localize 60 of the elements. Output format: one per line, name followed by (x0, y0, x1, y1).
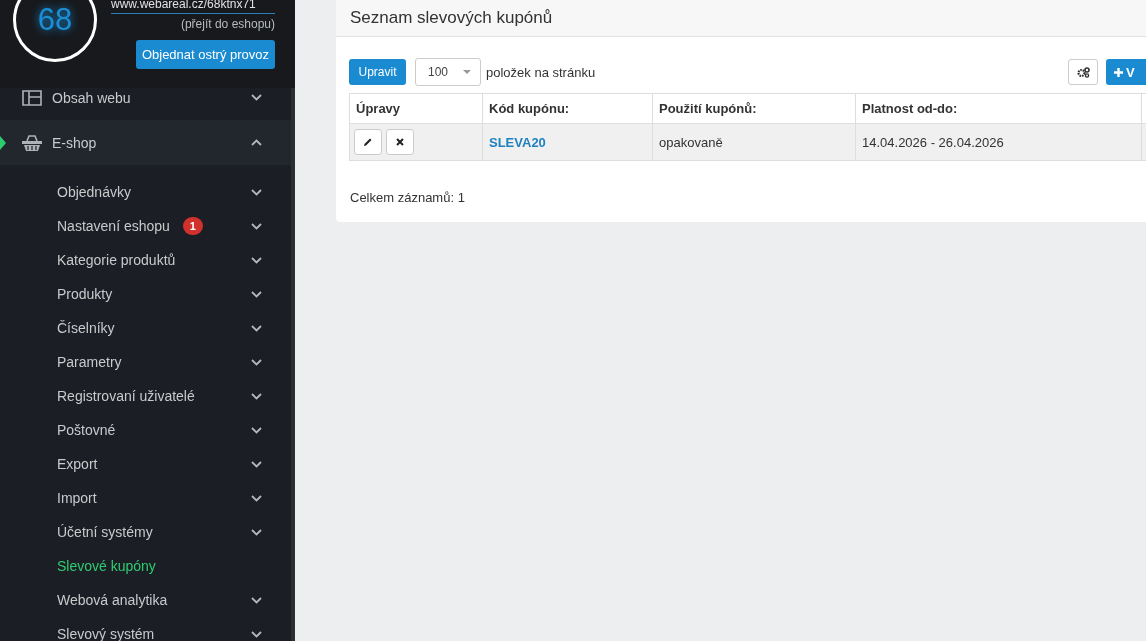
column-header: Použití kupónů: (652, 93, 856, 124)
page-size-label: položek na stránku (486, 64, 596, 80)
chevron-down-icon (251, 494, 262, 502)
chevron-down-icon (251, 290, 262, 298)
page-size-select[interactable]: 100 (415, 58, 481, 86)
layout-icon (22, 89, 42, 106)
caret-icon (463, 70, 471, 74)
page-title: Seznam slevových kupónů (350, 8, 553, 28)
score-badge: 68 (13, 0, 97, 62)
submenu-item[interactable]: Objednávky (0, 175, 291, 209)
basket-icon (21, 133, 43, 152)
menu-item[interactable]: Obsah webu (0, 88, 291, 120)
submenu-item[interactable]: Import (0, 481, 291, 515)
shop-link[interactable]: (přejít do eshopu) (180, 17, 275, 31)
column-header: Platnost od-do: (855, 93, 1142, 124)
shop-url: www.webareal.cz/68ktnx71 (111, 0, 275, 14)
edit-button[interactable]: Upravit (349, 59, 406, 85)
notification-badge: 1 (182, 217, 203, 235)
table-cell: 14.04.2026 - 26.04.2026 (855, 123, 1142, 161)
close-icon (396, 138, 404, 146)
add-button[interactable]: V (1106, 59, 1146, 85)
chevron-down-icon (251, 324, 262, 332)
submenu-item[interactable]: Export (0, 447, 291, 481)
table-cell: opakovaně (652, 123, 856, 161)
chevron-down-icon (251, 256, 262, 264)
submenu-item[interactable]: Slevové kupóny (0, 549, 291, 583)
submenu-item[interactable]: Registrovaní uživatelé (0, 379, 291, 413)
chevron-down-icon (251, 596, 262, 604)
submenu-item[interactable]: Kategorie produktů (0, 243, 291, 277)
settings-button[interactable] (1068, 59, 1098, 85)
submenu-item[interactable]: Produkty (0, 277, 291, 311)
active-marker-icon (0, 136, 6, 150)
gears-icon (1076, 66, 1090, 78)
edit-button[interactable] (354, 129, 382, 155)
chevron-down-icon (251, 392, 262, 400)
chevron-down-icon (251, 188, 262, 196)
coupon-code-link[interactable]: SLEVA20 (482, 123, 653, 161)
chevron-down-icon (251, 460, 262, 468)
chevron-up-icon (251, 139, 262, 146)
chevron-down-icon (251, 358, 262, 366)
order-button[interactable]: Objednat ostrý provoz (136, 40, 275, 69)
submenu-item[interactable]: Účetní systémy (0, 515, 291, 549)
submenu-item[interactable]: Poštovné (0, 413, 291, 447)
submenu-item[interactable]: Parametry (0, 345, 291, 379)
submenu-item[interactable]: Číselníky (0, 311, 291, 345)
submenu-item[interactable]: Slevový systém (0, 617, 291, 641)
chevron-down-icon (251, 528, 262, 536)
menu-item[interactable]: E-shop (0, 120, 291, 165)
submenu-item[interactable]: Webová analytika (0, 583, 291, 617)
chevron-down-icon (251, 222, 262, 230)
chevron-down-icon (251, 426, 262, 434)
column-header: Úpravy (349, 93, 483, 124)
plus-icon (1114, 67, 1123, 77)
submenu-item[interactable]: Nastavení eshopu 1 (0, 209, 291, 243)
chevron-down-icon (251, 94, 262, 101)
delete-button[interactable] (386, 129, 414, 155)
column-header: Kód kupónu: (482, 93, 653, 124)
chevron-down-icon (251, 630, 262, 638)
pencil-icon (363, 137, 373, 147)
total-records: Celkem záznamů: 1 (350, 190, 465, 205)
